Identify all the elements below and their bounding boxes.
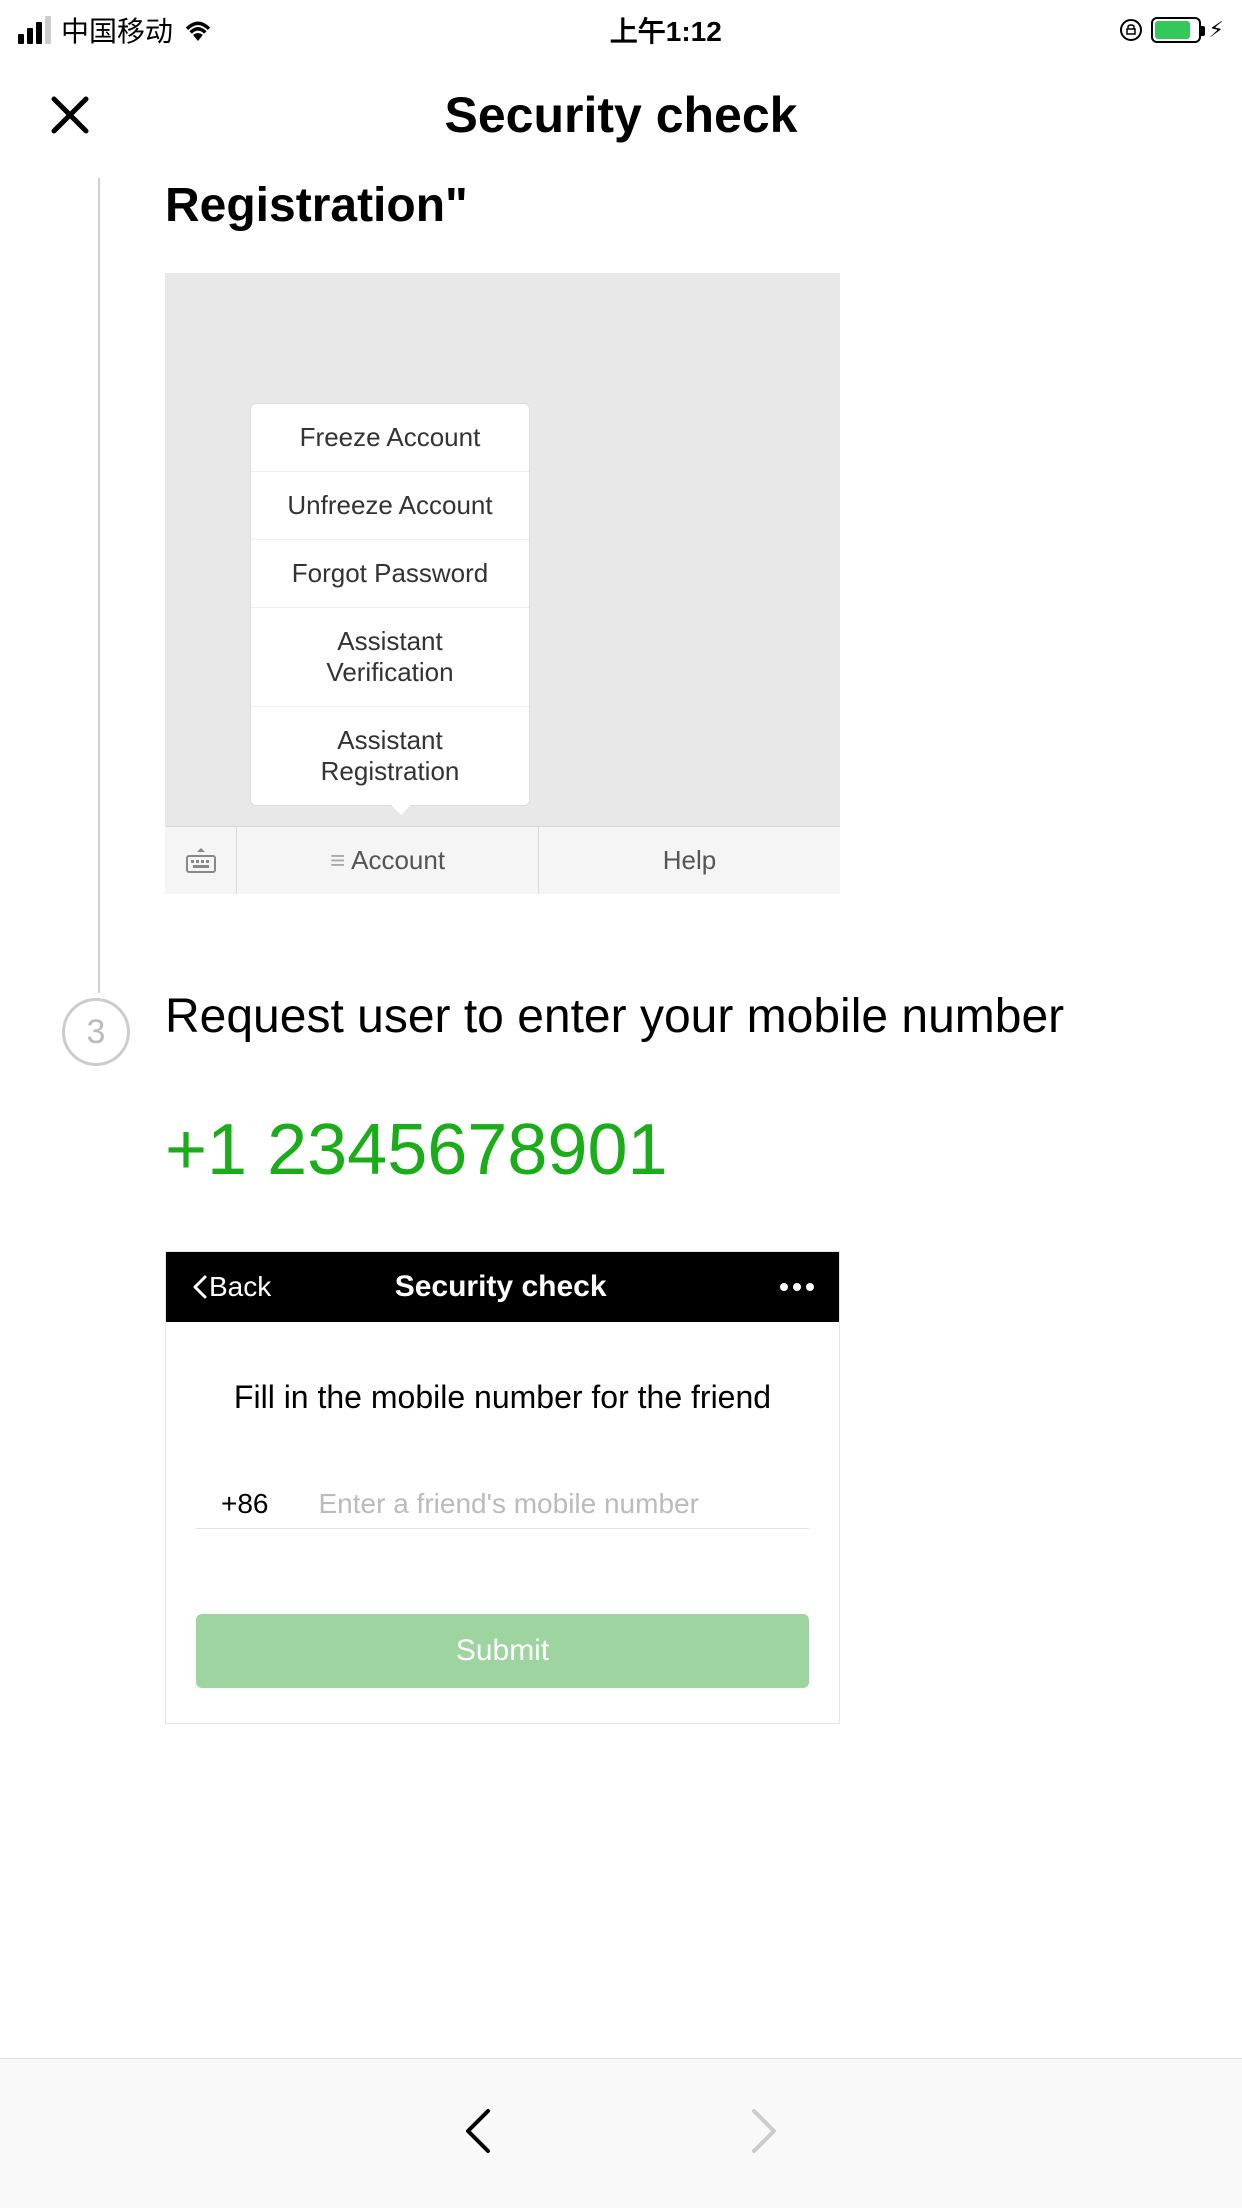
menu-account-tab: ≡ Account — [237, 827, 539, 894]
mock-instruction: Fill in the mobile number for the friend — [196, 1372, 809, 1423]
timeline-line — [98, 178, 100, 993]
wifi-icon — [183, 19, 213, 41]
content-area: Registration" Freeze Account Unfreeze Ac… — [0, 178, 1242, 1724]
chevron-left-icon — [191, 1273, 209, 1301]
mock-input-row: +86 Enter a friend's mobile number — [196, 1488, 809, 1529]
status-right: ⚡︎ — [1119, 17, 1224, 43]
nav-back-button[interactable] — [460, 2103, 496, 2164]
phone-number-display: +1 2345678901 — [165, 1109, 1202, 1191]
mock-header: Back Security check — [166, 1252, 839, 1322]
status-time: 上午1:12 — [610, 10, 722, 50]
charging-icon: ⚡︎ — [1209, 17, 1224, 43]
country-code: +86 — [196, 1488, 294, 1520]
battery-icon — [1151, 17, 1201, 43]
status-bar: 中国移动 上午1:12 ⚡︎ — [0, 0, 1242, 60]
security-check-mock: Back Security check Fill in the mobile n… — [165, 1251, 840, 1724]
phone-input-placeholder: Enter a friend's mobile number — [319, 1488, 699, 1520]
popup-item-freeze: Freeze Account — [251, 404, 529, 472]
popup-menu: Freeze Account Unfreeze Account Forgot P… — [250, 403, 530, 806]
page-header: Security check — [0, 60, 1242, 170]
close-icon — [49, 94, 91, 136]
chevron-right-icon — [746, 2103, 782, 2159]
menu-help-tab: Help — [539, 827, 840, 894]
step-3-marker: 3 — [62, 998, 130, 1066]
mock-body: Fill in the mobile number for the friend… — [166, 1322, 839, 1723]
submit-button: Submit — [196, 1614, 809, 1688]
close-button[interactable] — [40, 85, 100, 145]
bottom-nav — [0, 2058, 1242, 2208]
nav-forward-button[interactable] — [746, 2103, 782, 2164]
orientation-lock-icon — [1119, 18, 1143, 42]
hamburger-icon: ≡ — [330, 845, 345, 876]
registration-heading: Registration" — [165, 178, 1202, 233]
carrier-label: 中国移动 — [61, 10, 173, 50]
popup-item-registration: Assistant Registration — [251, 707, 529, 805]
status-left: 中国移动 — [18, 10, 213, 50]
page-title: Security check — [0, 86, 1242, 144]
keyboard-icon — [165, 827, 237, 894]
popup-item-unfreeze: Unfreeze Account — [251, 472, 529, 540]
menu-screenshot: Freeze Account Unfreeze Account Forgot P… — [165, 273, 840, 894]
mock-title: Security check — [221, 1270, 780, 1304]
signal-icon — [18, 16, 51, 44]
step-3-title: Request user to enter your mobile number — [165, 989, 1202, 1044]
more-icon — [780, 1283, 814, 1291]
chevron-left-icon — [460, 2103, 496, 2159]
popup-item-forgot: Forgot Password — [251, 540, 529, 608]
popup-item-verification: Assistant Verification — [251, 608, 529, 707]
menu-footer: ≡ Account Help — [165, 826, 840, 894]
